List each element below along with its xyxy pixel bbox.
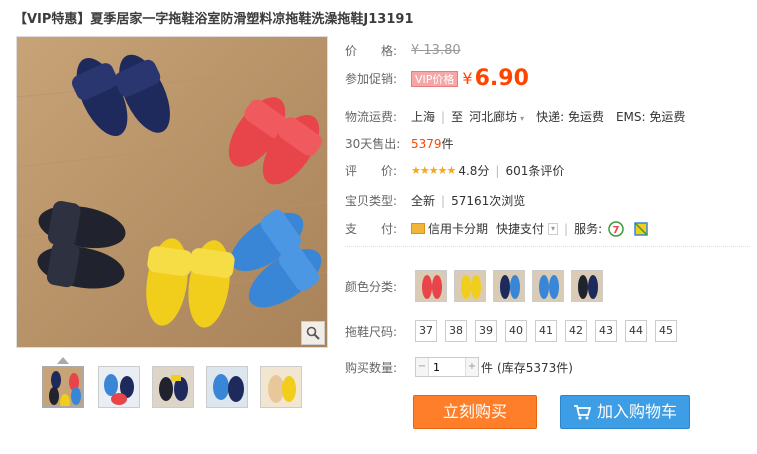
condition: 全新 xyxy=(411,194,436,208)
stock-count: (库存5373件) xyxy=(497,360,573,375)
add-to-cart-label: 加入购物车 xyxy=(596,402,677,421)
color-option-blue[interactable] xyxy=(532,270,564,302)
sales-unit: 件 xyxy=(441,137,454,151)
size-row: 拖鞋尺码: 37 38 39 40 41 42 43 44 45 xyxy=(345,320,685,342)
ship-from: 上海 xyxy=(411,110,436,124)
sales-label: 30天售出: xyxy=(345,137,401,151)
size-option[interactable]: 40 xyxy=(505,320,527,342)
price-label: 价 格: xyxy=(345,44,398,58)
increase-button[interactable]: + xyxy=(466,358,478,376)
promo-row: 参加促销: VIP价格 ¥ 6.90 xyxy=(345,66,529,91)
service-label: 服务: xyxy=(574,222,603,236)
rating-score: 4.8分 xyxy=(458,164,490,178)
rating-row: 评 价: ★★★★★ 4.8分 | 601条评价 xyxy=(345,162,565,179)
color-label: 颜色分类: xyxy=(345,279,398,294)
guarantee-icon[interactable] xyxy=(634,221,648,236)
size-option[interactable]: 45 xyxy=(655,320,677,342)
svg-text:7: 7 xyxy=(613,225,620,236)
shipping-row: 物流运费: 上海 | 至 河北廊坊 ▾ 快递: 免运费 EMS: 免运费 xyxy=(345,108,686,125)
size-option[interactable]: 39 xyxy=(475,320,497,342)
payment-label: 支 付: xyxy=(345,222,398,236)
credit-card-icon xyxy=(411,223,425,234)
add-to-cart-button[interactable]: 加入购物车 xyxy=(560,395,690,429)
credit-installment-link[interactable]: 信用卡分期 xyxy=(428,220,488,237)
ship-to-selector[interactable]: 河北廊坊 ▾ xyxy=(469,108,524,125)
thumbnail-pointer-icon xyxy=(57,357,69,364)
color-option-navy[interactable] xyxy=(493,270,525,302)
cart-icon xyxy=(573,405,591,420)
quantity-row: 购买数量: − + 件 (库存5373件) xyxy=(345,357,573,377)
ship-to-prefix: 至 xyxy=(451,110,464,124)
main-product-image[interactable] xyxy=(16,36,328,348)
section-divider xyxy=(345,246,750,247)
express-fee: 快递: 免运费 xyxy=(536,110,604,124)
expand-icon[interactable]: ▾ xyxy=(548,222,559,235)
rating-label: 评 价: xyxy=(345,164,398,178)
sales-row: 30天售出: 5379 件 xyxy=(345,135,454,152)
price-row: 价 格: ¥ 13.80 xyxy=(345,42,461,59)
size-option[interactable]: 38 xyxy=(445,320,467,342)
magnifier-icon xyxy=(306,326,320,340)
buy-now-button[interactable]: 立刻购买 xyxy=(413,395,537,429)
color-option-yellow[interactable] xyxy=(454,270,486,302)
payment-row: 支 付: 信用卡分期 快捷支付 ▾ | 服务: 7 xyxy=(345,220,648,237)
color-option-red[interactable] xyxy=(415,270,447,302)
thumbnail-1[interactable] xyxy=(42,366,84,408)
view-count: 57161次浏览 xyxy=(451,194,526,208)
quantity-label: 购买数量: xyxy=(345,360,398,375)
thumbnail-5[interactable] xyxy=(260,366,302,408)
product-title: 【VIP特惠】夏季居家一字拖鞋浴室防滑塑料凉拖鞋洗澡拖鞋J13191 xyxy=(14,12,414,27)
thumbnail-3[interactable] xyxy=(152,366,194,408)
size-options: 37 38 39 40 41 42 43 44 45 xyxy=(415,320,685,342)
review-count-link[interactable]: 601条评价 xyxy=(505,162,564,179)
color-options xyxy=(415,270,610,302)
quantity-unit: 件 xyxy=(481,360,494,375)
decrease-button[interactable]: − xyxy=(416,358,428,376)
ems-fee: EMS: 免运费 xyxy=(615,110,686,124)
promo-label: 参加促销: xyxy=(345,72,398,86)
promo-price: 6.90 xyxy=(474,66,529,91)
currency-symbol: ¥ xyxy=(462,69,473,88)
size-option[interactable]: 37 xyxy=(415,320,437,342)
thumbnail-4[interactable] xyxy=(206,366,248,408)
size-option[interactable]: 43 xyxy=(595,320,617,342)
seven-day-return-icon[interactable]: 7 xyxy=(608,220,624,237)
quick-pay-link[interactable]: 快捷支付 xyxy=(496,220,544,237)
type-label: 宝贝类型: xyxy=(345,194,398,208)
zoom-button[interactable] xyxy=(301,321,325,345)
size-option[interactable]: 41 xyxy=(535,320,557,342)
quantity-stepper: − + xyxy=(415,357,479,377)
size-option[interactable]: 44 xyxy=(625,320,647,342)
thumbnail-2[interactable] xyxy=(98,366,140,408)
rating-stars-icon: ★★★★★ xyxy=(411,164,456,177)
original-price: ¥ 13.80 xyxy=(411,43,461,58)
vip-badge: VIP价格 xyxy=(411,70,459,87)
color-row: 颜色分类: xyxy=(345,270,610,302)
size-label: 拖鞋尺码: xyxy=(345,324,398,339)
type-row: 宝贝类型: 全新 | 57161次浏览 xyxy=(345,193,526,209)
color-option-black[interactable] xyxy=(571,270,603,302)
shipping-label: 物流运费: xyxy=(345,110,398,124)
size-option[interactable]: 42 xyxy=(565,320,587,342)
quantity-input[interactable] xyxy=(428,358,466,376)
sales-count: 5379 xyxy=(411,136,442,151)
chevron-down-icon: ▾ xyxy=(520,114,525,123)
